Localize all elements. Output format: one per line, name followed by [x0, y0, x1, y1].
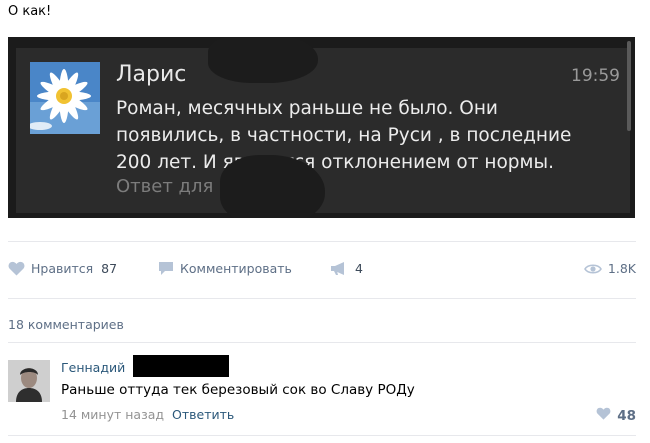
comments-count[interactable]: 18 комментариев [8, 317, 124, 332]
views-counter: 1.8K [583, 261, 636, 276]
notification-time: 19:59 [571, 66, 620, 86]
comment-meta: 14 минут назад Ответить [61, 407, 234, 422]
notification-message: Роман, месячных раньше не было. Они появ… [116, 95, 616, 176]
redaction-bar [133, 355, 229, 377]
reply-button[interactable]: Ответить [172, 407, 234, 422]
comment-time[interactable]: 14 минут назад [61, 407, 164, 422]
message-line: 200 лет. И являются отклонением от нормы… [116, 152, 554, 173]
divider [8, 298, 636, 299]
share-count: 4 [355, 261, 363, 276]
post-text: О как! [8, 4, 52, 19]
megaphone-icon [330, 261, 349, 276]
heart-icon [596, 407, 611, 424]
divider [8, 342, 636, 343]
comment-like-button[interactable]: 48 [596, 407, 636, 424]
like-count: 87 [101, 261, 118, 276]
divider [8, 241, 636, 242]
embedded-screenshot: Ларис 19:59 Роман, месячных раньше не бы… [8, 37, 635, 218]
comment-text: Раньше оттуда тек березовый сок во Славу… [61, 382, 415, 398]
comment-label: Комментировать [180, 261, 292, 276]
views-count: 1.8K [607, 261, 636, 276]
divider [8, 435, 636, 436]
message-line: Роман, месячных раньше не было. Они [116, 98, 498, 119]
share-button[interactable]: 4 [330, 261, 363, 276]
message-line: появились, в частности, на Руси , в посл… [116, 125, 572, 146]
comment-icon [158, 261, 174, 276]
like-label: Нравится [31, 261, 94, 276]
sender-name: Ларис [116, 62, 187, 87]
sender-avatar [30, 62, 100, 134]
reply-hint: Ответ для [116, 176, 214, 197]
post-actions: Нравится 87 Комментировать 4 1.8K [8, 258, 636, 280]
redaction-mark [208, 37, 318, 83]
comment-like-count: 48 [617, 407, 636, 424]
comment-author[interactable]: Геннадий [61, 360, 125, 375]
comment-avatar[interactable] [8, 360, 50, 402]
heart-icon [8, 261, 25, 276]
scrollbar[interactable] [627, 41, 631, 131]
eye-icon [583, 263, 602, 275]
comment-button[interactable]: Комментировать [158, 261, 292, 276]
like-button[interactable]: Нравится 87 [8, 261, 117, 276]
